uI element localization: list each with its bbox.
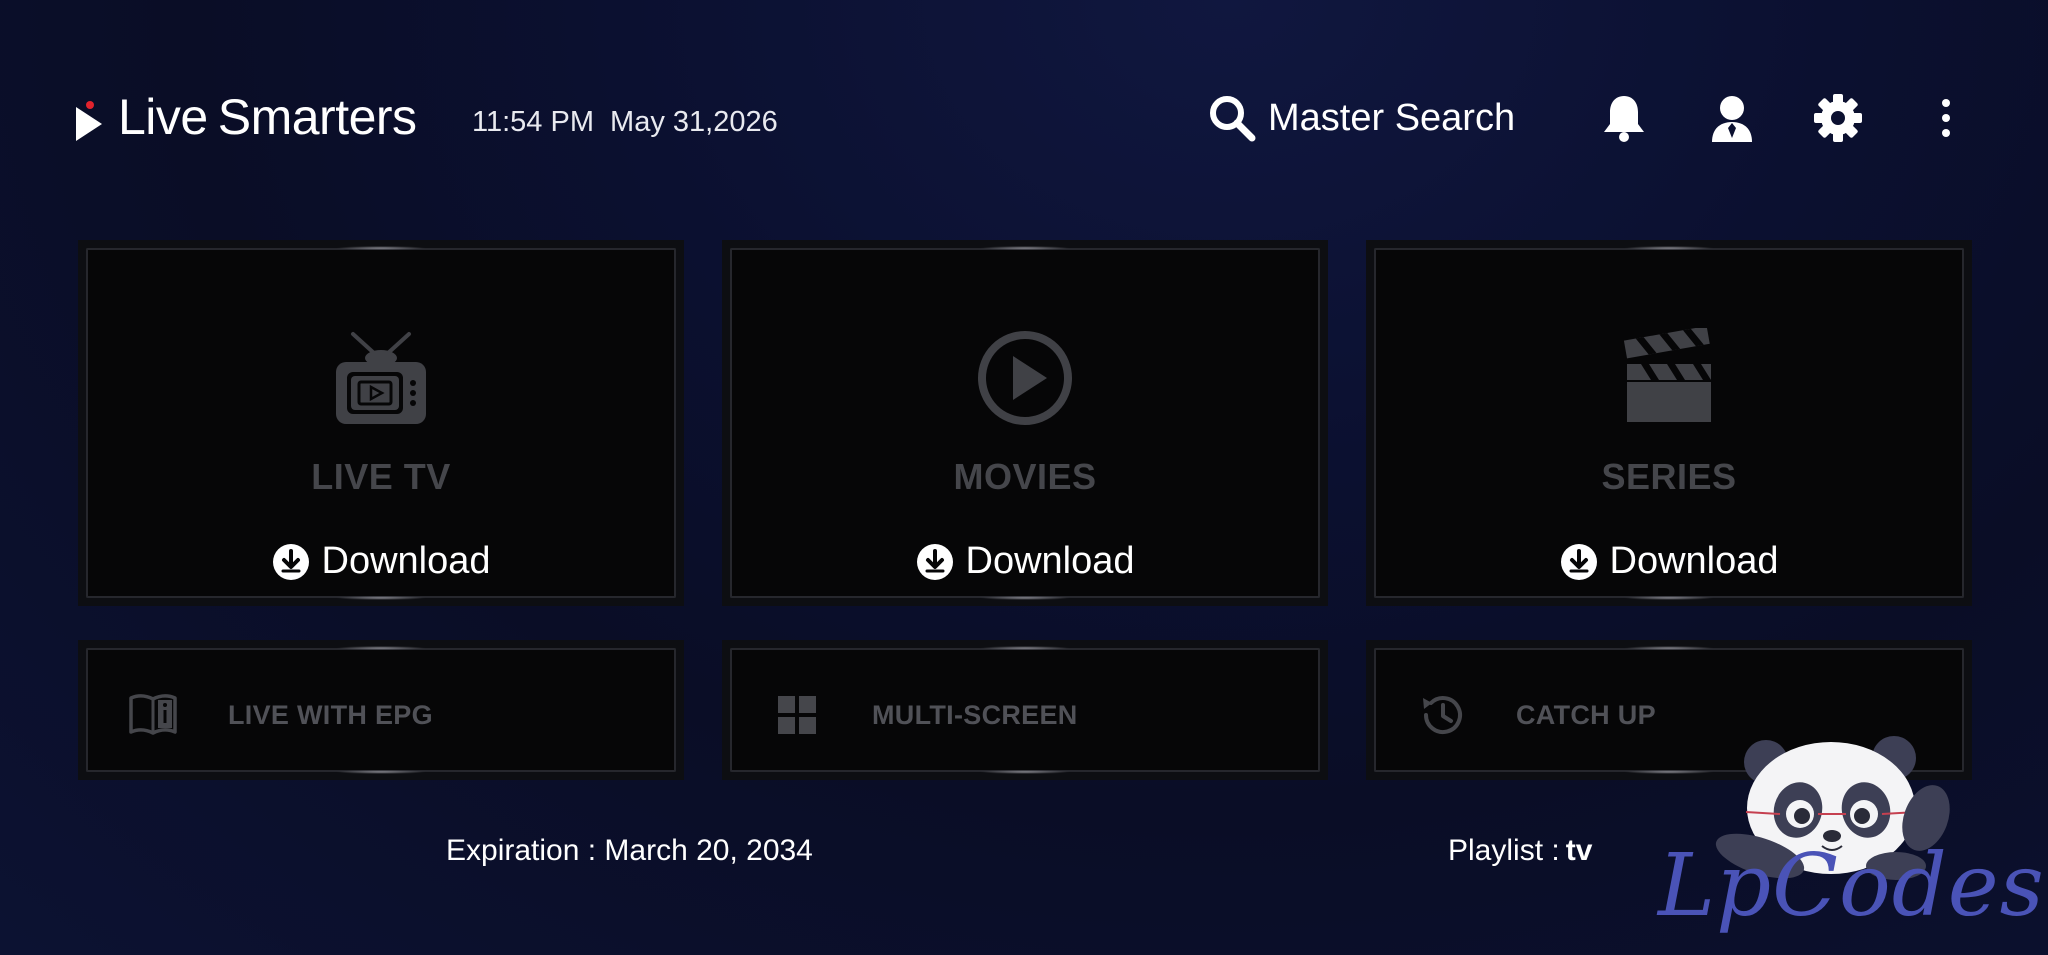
- live-with-epg-label: LIVE WITH EPG: [228, 700, 433, 730]
- gear-icon: [1814, 94, 1862, 142]
- logo-play-icon: [74, 97, 104, 141]
- multi-screen-label: MULTI-SCREEN: [872, 700, 1078, 730]
- user-icon: [1712, 96, 1752, 142]
- time-text: 11:54 PM: [472, 106, 594, 138]
- grid-icon: [778, 696, 816, 734]
- logo-text: Live Smarters: [118, 88, 417, 146]
- bell-icon: [1604, 96, 1644, 142]
- live-tv-title: LIVE TV: [311, 456, 451, 497]
- download-icon: [272, 543, 309, 580]
- movies-title: MOVIES: [953, 456, 1097, 497]
- master-search-button[interactable]: Master Search: [1206, 92, 1515, 144]
- more-vertical-icon: [1942, 99, 1950, 137]
- download-icon: [1560, 543, 1597, 580]
- catch-up-label: CATCH UP: [1516, 700, 1656, 730]
- series-tile[interactable]: SERIES Download: [1366, 240, 1972, 606]
- logo-word-live: Live: [118, 89, 208, 145]
- playlist-info: Playlist : tv: [1448, 834, 1592, 868]
- datetime: 11:54 PM May 31,2026: [472, 106, 778, 139]
- book-info-icon: [129, 694, 177, 735]
- live-tv-download-label: Download: [321, 540, 491, 582]
- search-icon: [1210, 96, 1256, 142]
- download-icon: [916, 543, 953, 580]
- live-with-epg-tile[interactable]: LIVE WITH EPG: [78, 640, 684, 780]
- app-logo: Live Smarters: [74, 88, 417, 146]
- history-icon: [1423, 696, 1462, 735]
- playlist-label: Playlist :: [1448, 834, 1560, 867]
- settings-button[interactable]: [1808, 88, 1868, 148]
- series-title: SERIES: [1601, 456, 1737, 497]
- playlist-value: tv: [1565, 834, 1593, 867]
- top-bar: Live Smarters 11:54 PM May 31,2026 Master…: [0, 0, 2048, 190]
- date-text: May 31,2026: [610, 106, 778, 138]
- notifications-button[interactable]: [1594, 88, 1654, 148]
- movies-download-button[interactable]: Download: [730, 540, 1320, 583]
- live-tv-tile[interactable]: LIVE TV Download: [78, 240, 684, 606]
- profile-button[interactable]: [1702, 88, 1762, 148]
- play-circle-icon: [978, 331, 1072, 425]
- master-search-label: Master Search: [1268, 96, 1516, 139]
- series-download-label: Download: [1609, 540, 1779, 582]
- more-options-button[interactable]: [1916, 88, 1976, 148]
- logo-word-smarters: Smarters: [217, 89, 417, 145]
- multi-screen-tile[interactable]: MULTI-SCREEN: [722, 640, 1328, 780]
- watermark-text: LpCodes: [1658, 836, 2045, 936]
- clapperboard-icon: [1623, 328, 1711, 422]
- tv-icon: [336, 332, 426, 424]
- movies-download-label: Download: [965, 540, 1135, 582]
- movies-tile[interactable]: MOVIES Download: [722, 240, 1328, 606]
- live-tv-download-button[interactable]: Download: [86, 540, 676, 583]
- series-download-button[interactable]: Download: [1374, 540, 1964, 583]
- expiration-text: Expiration : March 20, 2034: [446, 834, 813, 867]
